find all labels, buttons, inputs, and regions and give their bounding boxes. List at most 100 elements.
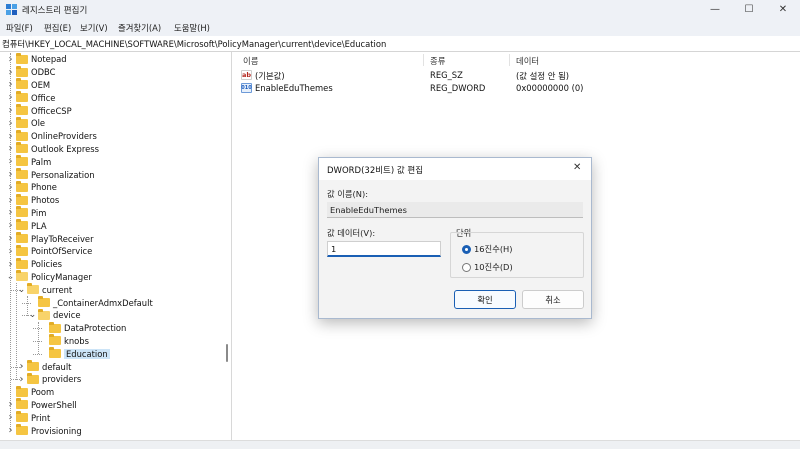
tree-item[interactable]: › PointOfService [6,244,92,258]
tree-item[interactable]: › OfficeCSP [6,104,72,117]
tree-item[interactable]: › Personalization [6,168,95,181]
tree-item[interactable]: › Office [6,91,55,104]
tree-item[interactable]: › default [17,360,71,373]
tree-item-label: providers [42,374,82,385]
folder-icon [16,155,28,167]
tree-item[interactable]: › Photos [6,193,60,207]
column-divider[interactable] [509,54,510,66]
radio-hexadecimal[interactable]: 16진수(H) [462,243,513,255]
folder-icon [16,142,28,154]
column-header-type[interactable]: 종류 [430,55,445,67]
minimize-button[interactable]: — [698,0,732,18]
tree-item[interactable]: › Ole [6,116,45,130]
tree-item[interactable]: › PowerShell [6,398,77,412]
tree-item[interactable]: › PlayToReceiver [6,232,94,245]
column-header-name[interactable]: 이름 [243,55,258,67]
folder-icon [16,219,28,231]
tree-item[interactable]: knobs [39,334,89,348]
tree-item-label: _ContainerAdmxDefault [53,297,153,308]
tree-item[interactable]: › Phone [6,180,57,194]
dword-value-icon: 010 [241,83,252,93]
menu-help[interactable]: 도움말(H) [174,22,210,34]
radio-hex-label[interactable]: 16진수(H) [474,243,513,255]
tree-item-label: Policies [31,259,62,270]
ok-button[interactable]: 확인 [454,290,516,309]
tree-item-label: default [42,361,72,372]
window-title: 레지스트리 편집기 [22,6,88,16]
key-tree[interactable]: › Notepad › ODBC › OEM › Office › OfficeCSP › Ole › O… [0,52,232,440]
folder-icon [16,52,28,64]
menu-edit[interactable]: 편집(E) [44,22,71,34]
cancel-button[interactable]: 취소 [522,290,584,309]
folder-icon [49,347,61,359]
tree-connector-line [38,321,39,355]
value-name: EnableEduThemes [255,83,333,93]
tree-item-label: knobs [64,335,89,346]
column-divider[interactable] [423,54,424,66]
value-type: REG_SZ [430,70,463,80]
tree-item[interactable]: › Print [6,411,50,424]
tree-item[interactable]: › Policies [6,257,62,271]
tree-item[interactable]: › PLA [6,219,47,232]
close-button[interactable]: ✕ [766,0,800,18]
tree-item-label: Provisioning [31,425,82,436]
menu-favorites[interactable]: 즐겨찾기(A) [118,22,161,34]
tree-item-label: Print [31,412,51,423]
tree-item-label: Notepad [31,54,67,65]
tree-item-label: Pim [31,207,47,218]
value-name-label: 값 이름(N): [327,189,369,199]
folder-icon [16,78,28,90]
menu-bar: 파일(F) 편집(E) 보기(V) 즐겨찾기(A) 도움말(H) [0,18,800,36]
tree-scrollbar-thumb[interactable] [226,344,228,362]
folder-icon [16,65,28,77]
tree-item-label: device [53,310,81,321]
address-path[interactable]: 컴퓨터\HKEY_LOCAL_MACHINE\SOFTWARE\Microsof… [2,38,386,50]
address-bar[interactable]: 컴퓨터\HKEY_LOCAL_MACHINE\SOFTWARE\Microsof… [0,36,800,52]
tree-item-label: OEM [31,79,51,90]
registry-editor-icon [6,4,17,15]
tree-item-label: ODBC [31,67,56,78]
folder-icon [49,334,61,346]
radio-decimal[interactable]: 10진수(D) [462,261,513,273]
dialog-close-icon[interactable]: ✕ [573,162,581,173]
maximize-button[interactable]: ☐ [732,0,766,18]
value-data-input[interactable] [327,241,441,257]
tree-item-label: Photos [31,195,60,206]
value-row[interactable]: ab (기본값) REG_SZ (값 설정 안 됨) [237,69,797,82]
tree-item[interactable]: › Pim [6,206,47,220]
dialog-title-bar[interactable]: DWORD(32비트) 값 편집 ✕ [319,158,591,180]
tree-item[interactable]: Poom [6,385,54,399]
folder-icon [16,168,28,180]
tree-item[interactable]: ⌄ PolicyManager [6,270,92,284]
menu-view[interactable]: 보기(V) [80,22,108,34]
tree-item[interactable]: DataProtection [39,321,126,335]
tree-item[interactable]: › Outlook Express [6,142,99,156]
tree-item[interactable]: ⌄ current [17,283,72,296]
menu-file[interactable]: 파일(F) [6,22,33,34]
folder-icon [16,385,28,397]
tree-item[interactable]: › Notepad [6,52,67,66]
value-data-label: 값 데이터(V): [327,228,376,238]
radio-hex-indicator[interactable] [462,244,471,254]
tree-item[interactable]: ⌄ device [28,308,81,322]
tree-item[interactable]: _ContainerAdmxDefault [28,296,153,309]
tree-item[interactable]: › ODBC [6,65,56,79]
folder-icon [16,104,28,116]
tree-connector-line [10,53,11,431]
tree-item[interactable]: › OEM [6,78,51,92]
tree-item[interactable]: › Provisioning [6,424,82,437]
column-header-data[interactable]: 데이터 [516,55,539,67]
radio-dec-indicator[interactable] [462,262,471,272]
folder-icon [16,411,28,423]
tree-item-label: OnlineProviders [31,131,97,142]
status-bar [0,440,800,449]
tree-item[interactable]: › providers [17,372,82,386]
radio-dec-label[interactable]: 10진수(D) [474,261,513,273]
tree-item[interactable]: Education [39,347,110,360]
tree-item[interactable]: › Palm [6,155,51,168]
tree-item-label: Phone [31,182,57,193]
value-row[interactable]: 010 EnableEduThemes REG_DWORD 0x00000000… [237,82,797,95]
folder-icon [27,283,39,295]
folder-icon [16,270,28,282]
tree-item[interactable]: › OnlineProviders [6,129,97,143]
